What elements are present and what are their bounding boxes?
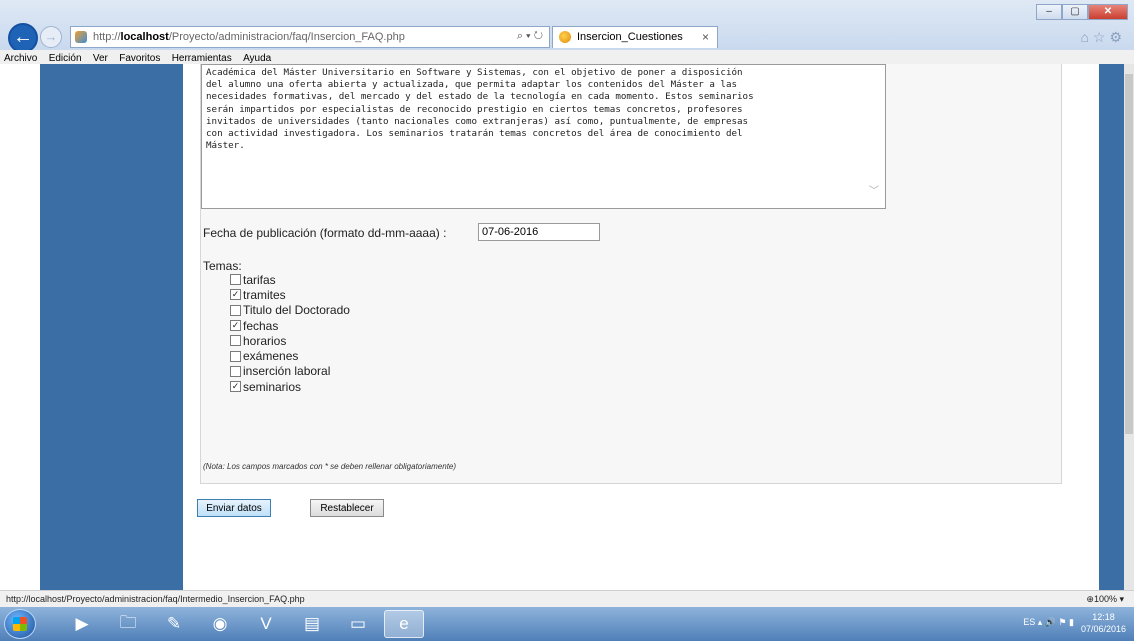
reset-button[interactable]: Restablecer bbox=[310, 499, 384, 517]
page-viewport: Académica del Máster Universitario en So… bbox=[0, 64, 1134, 590]
checkbox[interactable] bbox=[230, 335, 241, 347]
page-scrollbar[interactable] bbox=[1124, 64, 1134, 590]
scrollbar-thumb[interactable] bbox=[1125, 74, 1133, 434]
topic-label: horarios bbox=[243, 333, 287, 348]
address-url: http://localhost/Proyecto/administracion… bbox=[93, 31, 405, 43]
topic-fechas[interactable]: ✓ fechas bbox=[230, 318, 350, 333]
tab-title: Insercion_Cuestiones bbox=[577, 31, 683, 43]
date-input[interactable] bbox=[478, 223, 600, 241]
start-button[interactable] bbox=[4, 609, 36, 639]
textarea-line: con actividad investigadora. Los seminar… bbox=[206, 128, 743, 140]
topic-examenes[interactable]: exámenes bbox=[230, 348, 350, 363]
status-bar: http://localhost/Proyecto/administracion… bbox=[0, 590, 1134, 608]
checkbox[interactable] bbox=[230, 274, 241, 286]
clock[interactable]: 12:18 07/06/2016 bbox=[1081, 611, 1126, 635]
checkbox[interactable]: ✓ bbox=[230, 381, 241, 393]
media-player-icon[interactable]: ▶ bbox=[62, 610, 102, 638]
topic-insercion-laboral[interactable]: inserción laboral bbox=[230, 364, 350, 379]
textarea-line: serán impartidos por especialistas de re… bbox=[206, 103, 743, 115]
textarea-line: Académica del Máster Universitario en So… bbox=[206, 67, 743, 78]
search-refresh-icons[interactable]: ⌕ ▾ ↻ bbox=[517, 30, 543, 43]
zoom-level[interactable]: ⊕100% ▾ bbox=[1086, 594, 1124, 605]
topic-label: seminarios bbox=[243, 379, 302, 394]
topic-label: fechas bbox=[243, 318, 279, 333]
file-explorer-icon[interactable]: 🗀 bbox=[108, 610, 148, 638]
windows-taskbar: ▶ 🗀 ✎ ◉ V ▤ ▭ e ES ▴ 🔊 ⚑ ▮ 12:18 07/06/2… bbox=[0, 607, 1134, 641]
close-window-button[interactable]: ✕ bbox=[1088, 4, 1128, 20]
checkbox[interactable]: ✓ bbox=[230, 289, 241, 301]
menu-bar: Archivo Edición Ver Favoritos Herramient… bbox=[0, 50, 1134, 65]
maximize-button[interactable]: ▢ bbox=[1062, 4, 1088, 20]
checkbox[interactable] bbox=[230, 365, 241, 377]
windows-logo-icon bbox=[13, 617, 27, 631]
browser-tab[interactable]: Insercion_Cuestiones × bbox=[552, 26, 718, 48]
topic-seminarios[interactable]: ✓ seminarios bbox=[230, 379, 350, 394]
textarea-line: Máster. bbox=[206, 140, 245, 152]
tab-favicon-icon bbox=[559, 31, 571, 43]
checkbox[interactable] bbox=[230, 350, 241, 362]
clock-date: 07/06/2016 bbox=[1080, 624, 1126, 634]
chevron-down-icon[interactable]: ﹀ bbox=[869, 186, 879, 198]
topic-label: exámenes bbox=[243, 349, 299, 364]
topic-tramites[interactable]: ✓ tramites bbox=[230, 287, 350, 302]
system-tray[interactable]: ES ▴ 🔊 ⚑ ▮ bbox=[1023, 617, 1074, 628]
command-prompt-icon[interactable]: ▭ bbox=[338, 610, 378, 638]
required-fields-note: (Nota: Los campos marcados con * se debe… bbox=[203, 462, 457, 471]
temas-label: Temas: bbox=[203, 259, 242, 273]
language-indicator[interactable]: ES bbox=[1023, 617, 1035, 627]
forward-button[interactable]: → bbox=[40, 26, 62, 48]
faq-answer-textarea[interactable]: Académica del Máster Universitario en So… bbox=[201, 64, 886, 209]
topics-list: tarifas ✓ tramites Titulo del Doctorado ✓… bbox=[230, 272, 350, 394]
topic-label: tramites bbox=[243, 287, 286, 302]
visio-icon[interactable]: V bbox=[246, 610, 286, 638]
topic-label: Titulo del Doctorado bbox=[243, 303, 350, 318]
submit-button[interactable]: Enviar datos bbox=[197, 499, 271, 517]
topic-horarios[interactable]: horarios bbox=[230, 333, 350, 348]
textarea-line: invitados de universidades (tanto nacion… bbox=[206, 115, 749, 127]
tab-close-icon[interactable]: × bbox=[702, 30, 709, 44]
textarea-line: del alumno una oferta abierta y actualiz… bbox=[206, 79, 738, 91]
chrome-icon[interactable]: ◉ bbox=[200, 610, 240, 638]
textarea-line: necesidades formativas, del mercado y de… bbox=[206, 91, 754, 103]
date-label: Fecha de publicación (formato dd-mm-aaaa… bbox=[203, 226, 447, 240]
editor-icon[interactable]: ✎ bbox=[154, 610, 194, 638]
topic-tarifas[interactable]: tarifas bbox=[230, 272, 350, 287]
topic-label: inserción laboral bbox=[243, 364, 331, 379]
topic-titulo-doctorado[interactable]: Titulo del Doctorado bbox=[230, 303, 350, 318]
window-controls: – ▢ ✕ bbox=[1036, 4, 1128, 20]
minimize-button[interactable]: – bbox=[1036, 4, 1062, 20]
checkbox[interactable]: ✓ bbox=[230, 320, 241, 332]
topic-label: tarifas bbox=[243, 272, 276, 287]
notepad-icon[interactable]: ▤ bbox=[292, 610, 332, 638]
back-button[interactable]: ← bbox=[8, 23, 38, 53]
address-bar[interactable]: http://localhost/Proyecto/administracion… bbox=[70, 26, 550, 48]
home-favorites-settings-icons[interactable]: ⌂☆⚙ bbox=[1080, 29, 1126, 46]
clock-time: 12:18 bbox=[1092, 612, 1115, 622]
status-link-url: http://localhost/Proyecto/administracion… bbox=[6, 594, 305, 604]
browser-titlebar: ← → http://localhost/Proyecto/administra… bbox=[0, 0, 1134, 53]
checkbox[interactable] bbox=[230, 304, 241, 316]
left-gutter bbox=[0, 64, 40, 590]
internet-explorer-icon[interactable]: e bbox=[384, 610, 424, 638]
page-favicon-icon bbox=[75, 31, 87, 43]
